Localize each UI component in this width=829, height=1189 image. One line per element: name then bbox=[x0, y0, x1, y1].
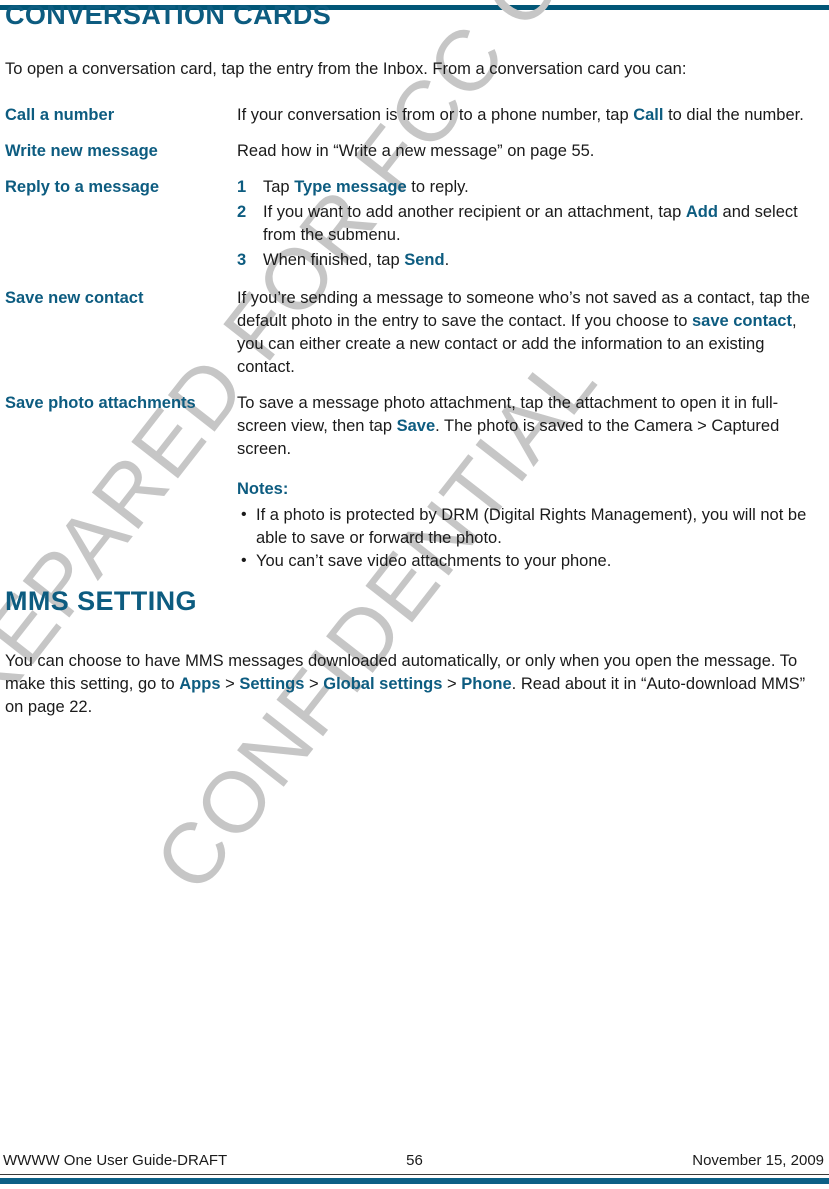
table-row: Save photo attachments To save a message… bbox=[5, 392, 826, 586]
term-save-photo-attachments: Save photo attachments bbox=[5, 394, 196, 412]
ui-term-save-contact: save contact bbox=[691, 312, 792, 330]
term-write-new-message: Write new message bbox=[5, 142, 158, 160]
list-item: • If a photo is protected by DRM (Digital… bbox=[237, 504, 826, 550]
page-footer: WWWW One User Guide-DRAFT 56 November 15… bbox=[0, 1152, 829, 1174]
desc-paragraph: If your conversation is from or to a pho… bbox=[237, 104, 826, 127]
desc-reply-to-a-message: 1 Tap Type message to reply. 2 If you want… bbox=[237, 176, 826, 287]
desc-call-a-number: If your conversation is from or to a pho… bbox=[237, 104, 826, 140]
list-item: 2 If you want to add another recipient or… bbox=[237, 201, 826, 247]
note-text: You can’t save video attachments to your… bbox=[256, 552, 612, 570]
mms-sep-2: > bbox=[304, 675, 324, 693]
desc-paragraph: If you’re sending a message to someone w… bbox=[237, 287, 826, 379]
document-page: PREPARED FOR FCC CERTIFICATION CONFIDENT… bbox=[0, 0, 829, 1189]
table-row: Reply to a message 1 Tap Type message to … bbox=[5, 176, 826, 287]
notes-list: • If a photo is protected by DRM (Digital… bbox=[237, 504, 826, 573]
table-row: Save new contact If you’re sending a mes… bbox=[5, 287, 826, 392]
desc-save-new-contact: If you’re sending a message to someone w… bbox=[237, 287, 826, 392]
note-text: If a photo is protected by DRM (Digital … bbox=[256, 506, 807, 547]
step-text-after: . bbox=[444, 251, 450, 269]
desc-text-before: If your conversation is from or to a pho… bbox=[237, 106, 634, 124]
term-call-a-number: Call a number bbox=[5, 106, 115, 124]
desc-write-new-message: Read how in “Write a new message” on pag… bbox=[237, 140, 826, 176]
conversation-actions-table: Call a number If your conversation is fr… bbox=[5, 104, 826, 586]
ui-term-global-settings: Global settings bbox=[323, 675, 443, 693]
ui-term-add: Add bbox=[685, 203, 718, 221]
desc-save-photo-attachments: To save a message photo attachment, tap … bbox=[237, 392, 826, 586]
step-text-before: Tap bbox=[263, 178, 295, 196]
step-text-before: If you want to add another recipient or … bbox=[263, 203, 686, 221]
notes-label: Notes: bbox=[237, 480, 289, 498]
list-item: • You can’t save video attachments to you… bbox=[237, 550, 826, 573]
bullet-icon: • bbox=[241, 552, 247, 569]
reply-steps-list: 1 Tap Type message to reply. 2 If you want… bbox=[237, 176, 826, 272]
bottom-accent-rule bbox=[0, 1178, 829, 1184]
step-text-after: to reply. bbox=[406, 178, 469, 196]
page-title: CONVERSATION CARDS bbox=[5, 0, 332, 30]
footer-date: November 15, 2009 bbox=[692, 1152, 824, 1169]
ui-term-call: Call bbox=[633, 106, 664, 124]
ui-term-phone: Phone bbox=[461, 675, 512, 693]
desc-text-after: to dial the number. bbox=[663, 106, 804, 124]
ui-term-send: Send bbox=[404, 251, 445, 269]
desc-paragraph: Read how in “Write a new message” on pag… bbox=[237, 142, 595, 160]
step-text-before: When finished, tap bbox=[263, 251, 405, 269]
step-number: 1 bbox=[237, 178, 247, 196]
mms-setting-paragraph: You can choose to have MMS messages down… bbox=[5, 617, 821, 719]
ui-term-type-message: Type message bbox=[294, 178, 407, 196]
term-save-new-contact: Save new contact bbox=[5, 289, 144, 307]
intro-paragraph: To open a conversation card, tap the ent… bbox=[5, 60, 687, 78]
section-title-mms-setting: MMS SETTING bbox=[5, 586, 197, 616]
term-reply-to-a-message: Reply to a message bbox=[5, 178, 160, 196]
mms-sep-1: > bbox=[220, 675, 240, 693]
bullet-icon: • bbox=[241, 506, 247, 523]
step-number: 3 bbox=[237, 251, 247, 269]
ui-term-apps: Apps bbox=[179, 675, 221, 693]
step-number: 2 bbox=[237, 203, 247, 221]
list-item: 3 When finished, tap Send. bbox=[237, 249, 826, 272]
table-row: Call a number If your conversation is fr… bbox=[5, 104, 826, 140]
desc-paragraph: To save a message photo attachment, tap … bbox=[237, 392, 826, 461]
ui-term-settings: Settings bbox=[239, 675, 305, 693]
ui-term-save: Save bbox=[396, 417, 436, 435]
mms-sep-3: > bbox=[442, 675, 462, 693]
list-item: 1 Tap Type message to reply. bbox=[237, 176, 826, 199]
page-content: CONVERSATION CARDS To open a conversatio… bbox=[0, 0, 829, 719]
table-row: Write new message Read how in “Write a n… bbox=[5, 140, 826, 176]
footer-divider bbox=[0, 1174, 829, 1175]
